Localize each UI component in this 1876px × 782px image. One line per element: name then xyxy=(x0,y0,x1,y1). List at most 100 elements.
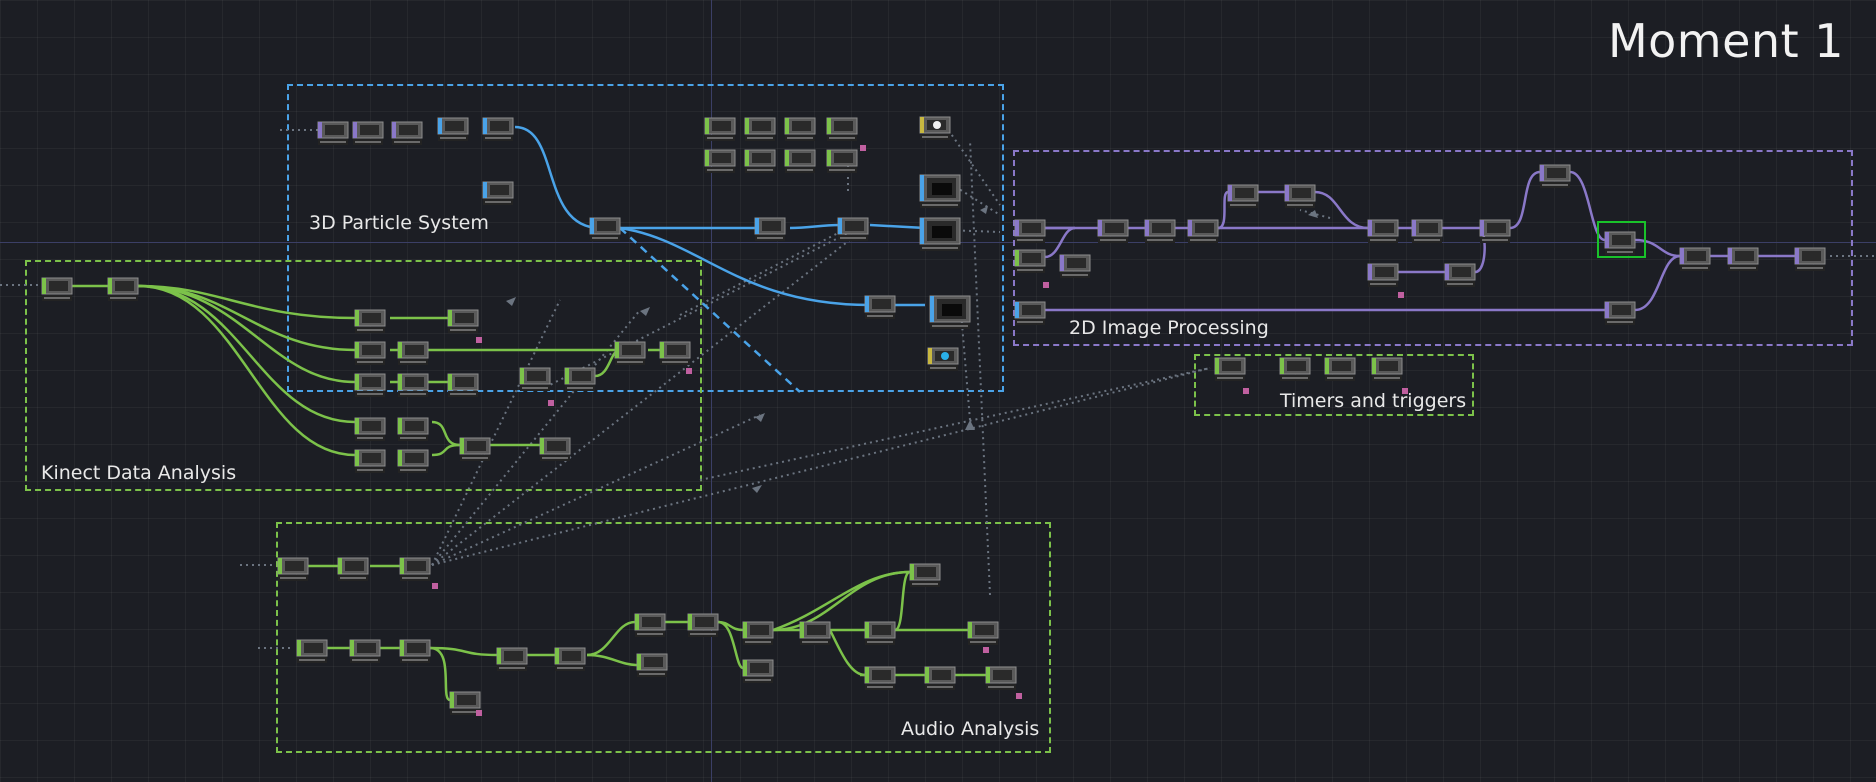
operator-node[interactable] xyxy=(397,417,429,441)
network-canvas[interactable]: 3D Particle System Kinect Data Analysis … xyxy=(0,0,1876,782)
operator-node[interactable] xyxy=(399,639,431,663)
node-flag-marker xyxy=(1398,292,1404,298)
operator-node[interactable] xyxy=(799,621,831,645)
operator-node[interactable] xyxy=(1604,231,1636,255)
operator-node[interactable] xyxy=(919,116,951,140)
operator-node[interactable] xyxy=(1214,357,1246,381)
node-name-text xyxy=(1017,269,1043,271)
operator-node[interactable] xyxy=(826,149,858,173)
operator-node[interactable] xyxy=(826,117,858,141)
operator-node[interactable] xyxy=(449,691,481,715)
node-viewer xyxy=(399,125,418,135)
operator-node[interactable] xyxy=(397,341,429,365)
operator-node[interactable] xyxy=(352,121,384,145)
operator-node[interactable] xyxy=(1014,249,1046,273)
node-viewer xyxy=(285,561,304,571)
operator-node[interactable] xyxy=(107,277,139,301)
operator-node[interactable] xyxy=(554,647,586,671)
operator-node[interactable] xyxy=(1679,247,1711,271)
operator-node[interactable] xyxy=(564,367,596,391)
operator-node[interactable] xyxy=(1371,357,1403,381)
operator-node[interactable] xyxy=(1444,263,1476,287)
node-family-flag xyxy=(705,118,709,134)
operator-node[interactable] xyxy=(1284,184,1316,208)
operator-node[interactable] xyxy=(1014,301,1046,325)
operator-node[interactable] xyxy=(1144,219,1176,243)
operator-node[interactable] xyxy=(614,341,646,365)
operator-node[interactable] xyxy=(864,295,896,319)
operator-node[interactable] xyxy=(1411,219,1443,243)
operator-node[interactable] xyxy=(354,449,386,473)
operator-node[interactable] xyxy=(397,373,429,397)
operator-node[interactable] xyxy=(1539,164,1571,188)
operator-node[interactable] xyxy=(399,557,431,581)
operator-node[interactable] xyxy=(1187,219,1219,243)
operator-node[interactable] xyxy=(296,639,328,663)
operator-node[interactable] xyxy=(354,417,386,441)
operator-node[interactable] xyxy=(41,277,73,301)
operator-node[interactable] xyxy=(1059,254,1091,278)
operator-node[interactable] xyxy=(482,117,514,141)
node-viewer xyxy=(845,221,864,231)
operator-node[interactable] xyxy=(919,217,961,251)
operator-node[interactable] xyxy=(744,117,776,141)
operator-node[interactable] xyxy=(447,373,479,397)
operator-node[interactable] xyxy=(519,367,551,391)
operator-node[interactable] xyxy=(784,149,816,173)
operator-node[interactable] xyxy=(1227,184,1259,208)
operator-node[interactable] xyxy=(349,639,381,663)
operator-node[interactable] xyxy=(924,666,956,690)
operator-node[interactable] xyxy=(1014,219,1046,243)
operator-node[interactable] xyxy=(929,295,971,329)
operator-node[interactable] xyxy=(687,613,719,637)
operator-node[interactable] xyxy=(354,341,386,365)
operator-node[interactable] xyxy=(704,117,736,141)
operator-node[interactable] xyxy=(967,621,999,645)
node-name-text xyxy=(440,137,466,139)
operator-node[interactable] xyxy=(1097,219,1129,243)
operator-node[interactable] xyxy=(317,121,349,145)
operator-node[interactable] xyxy=(459,437,491,461)
operator-node[interactable] xyxy=(589,217,621,241)
operator-node[interactable] xyxy=(754,217,786,241)
operator-node[interactable] xyxy=(447,309,479,333)
operator-node[interactable] xyxy=(1794,247,1826,271)
operator-node[interactable] xyxy=(277,557,309,581)
operator-node[interactable] xyxy=(1604,301,1636,325)
operator-node[interactable] xyxy=(927,347,959,371)
node-family-flag xyxy=(1605,302,1609,318)
operator-node[interactable] xyxy=(744,149,776,173)
operator-node[interactable] xyxy=(659,341,691,365)
operator-node[interactable] xyxy=(337,557,369,581)
operator-node[interactable] xyxy=(1279,357,1311,381)
operator-node[interactable] xyxy=(919,174,961,208)
operator-node[interactable] xyxy=(742,621,774,645)
operator-node[interactable] xyxy=(985,666,1017,690)
operator-node[interactable] xyxy=(837,217,869,241)
operator-node[interactable] xyxy=(909,563,941,587)
operator-node[interactable] xyxy=(437,117,469,141)
operator-node[interactable] xyxy=(704,149,736,173)
node-viewer xyxy=(1612,305,1631,315)
operator-node[interactable] xyxy=(1727,247,1759,271)
operator-node[interactable] xyxy=(354,309,386,333)
operator-node[interactable] xyxy=(742,659,774,683)
operator-node[interactable] xyxy=(482,181,514,205)
operator-node[interactable] xyxy=(1367,219,1399,243)
operator-node[interactable] xyxy=(391,121,423,145)
operator-node[interactable] xyxy=(636,653,668,677)
node-family-flag xyxy=(450,692,454,708)
operator-node[interactable] xyxy=(634,613,666,637)
operator-node[interactable] xyxy=(784,117,816,141)
operator-node[interactable] xyxy=(864,666,896,690)
operator-node[interactable] xyxy=(397,449,429,473)
operator-node[interactable] xyxy=(1324,357,1356,381)
operator-node[interactable] xyxy=(1479,219,1511,243)
operator-node[interactable] xyxy=(539,437,571,461)
operator-node[interactable] xyxy=(1367,263,1399,287)
operator-node[interactable] xyxy=(354,373,386,397)
operator-node[interactable] xyxy=(864,621,896,645)
node-viewer xyxy=(752,153,771,163)
node-family-flag xyxy=(1280,358,1284,374)
operator-node[interactable] xyxy=(496,647,528,671)
